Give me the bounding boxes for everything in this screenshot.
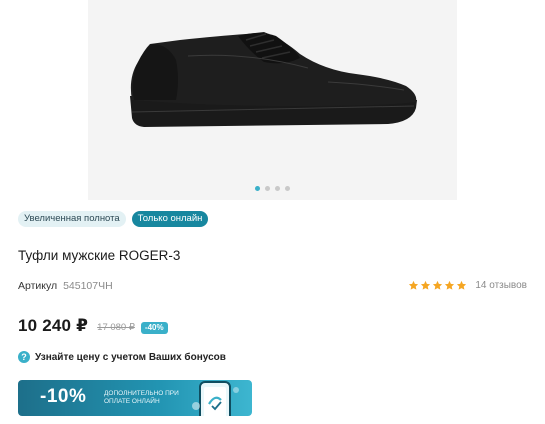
product-rating[interactable]: 14 отзывов	[408, 280, 527, 291]
star-icon	[409, 280, 419, 290]
old-price: 17 080 ₽	[97, 322, 135, 333]
online-payment-promo-banner[interactable]: -10% дополнительно при оплате онлайн	[18, 380, 252, 416]
promo-text: дополнительно при оплате онлайн	[104, 390, 179, 405]
pagination-dot[interactable]	[285, 186, 290, 191]
price-row: 10 240 ₽ 17 080 ₽ -40%	[18, 316, 168, 336]
sku-value: 545107ЧН	[63, 280, 113, 292]
product-gallery[interactable]	[88, 0, 457, 200]
badge-wide-fit: Увеличенная полнота	[18, 211, 126, 227]
bonus-link[interactable]: Узнайте цену с учетом Ваших бонусов	[35, 352, 226, 363]
product-badges: Увеличенная полнота Только онлайн	[18, 211, 209, 227]
pagination-dot[interactable]	[255, 186, 260, 191]
phone-payment-icon	[192, 381, 239, 416]
reviews-link[interactable]: 14 отзывов	[475, 280, 527, 291]
gallery-pagination	[88, 186, 457, 191]
star-icon	[433, 280, 443, 290]
bonus-info[interactable]: ? Узнайте цену с учетом Ваших бонусов	[18, 351, 226, 363]
shoe-image	[130, 32, 417, 127]
product-title: Туфли мужские ROGER-3	[18, 248, 181, 263]
pagination-dot[interactable]	[275, 186, 280, 191]
current-price: 10 240 ₽	[18, 316, 89, 335]
badge-online-only: Только онлайн	[131, 211, 209, 227]
discount-badge: -40%	[140, 321, 168, 334]
product-sku: Артикул 545107ЧН	[18, 280, 113, 292]
pagination-dot[interactable]	[265, 186, 270, 191]
promo-percent: -10%	[40, 386, 87, 407]
question-icon: ?	[18, 351, 30, 363]
rating-stars	[408, 280, 467, 291]
star-icon	[457, 280, 467, 290]
sku-label: Артикул	[18, 280, 58, 292]
star-icon	[421, 280, 431, 290]
star-icon	[445, 280, 455, 290]
